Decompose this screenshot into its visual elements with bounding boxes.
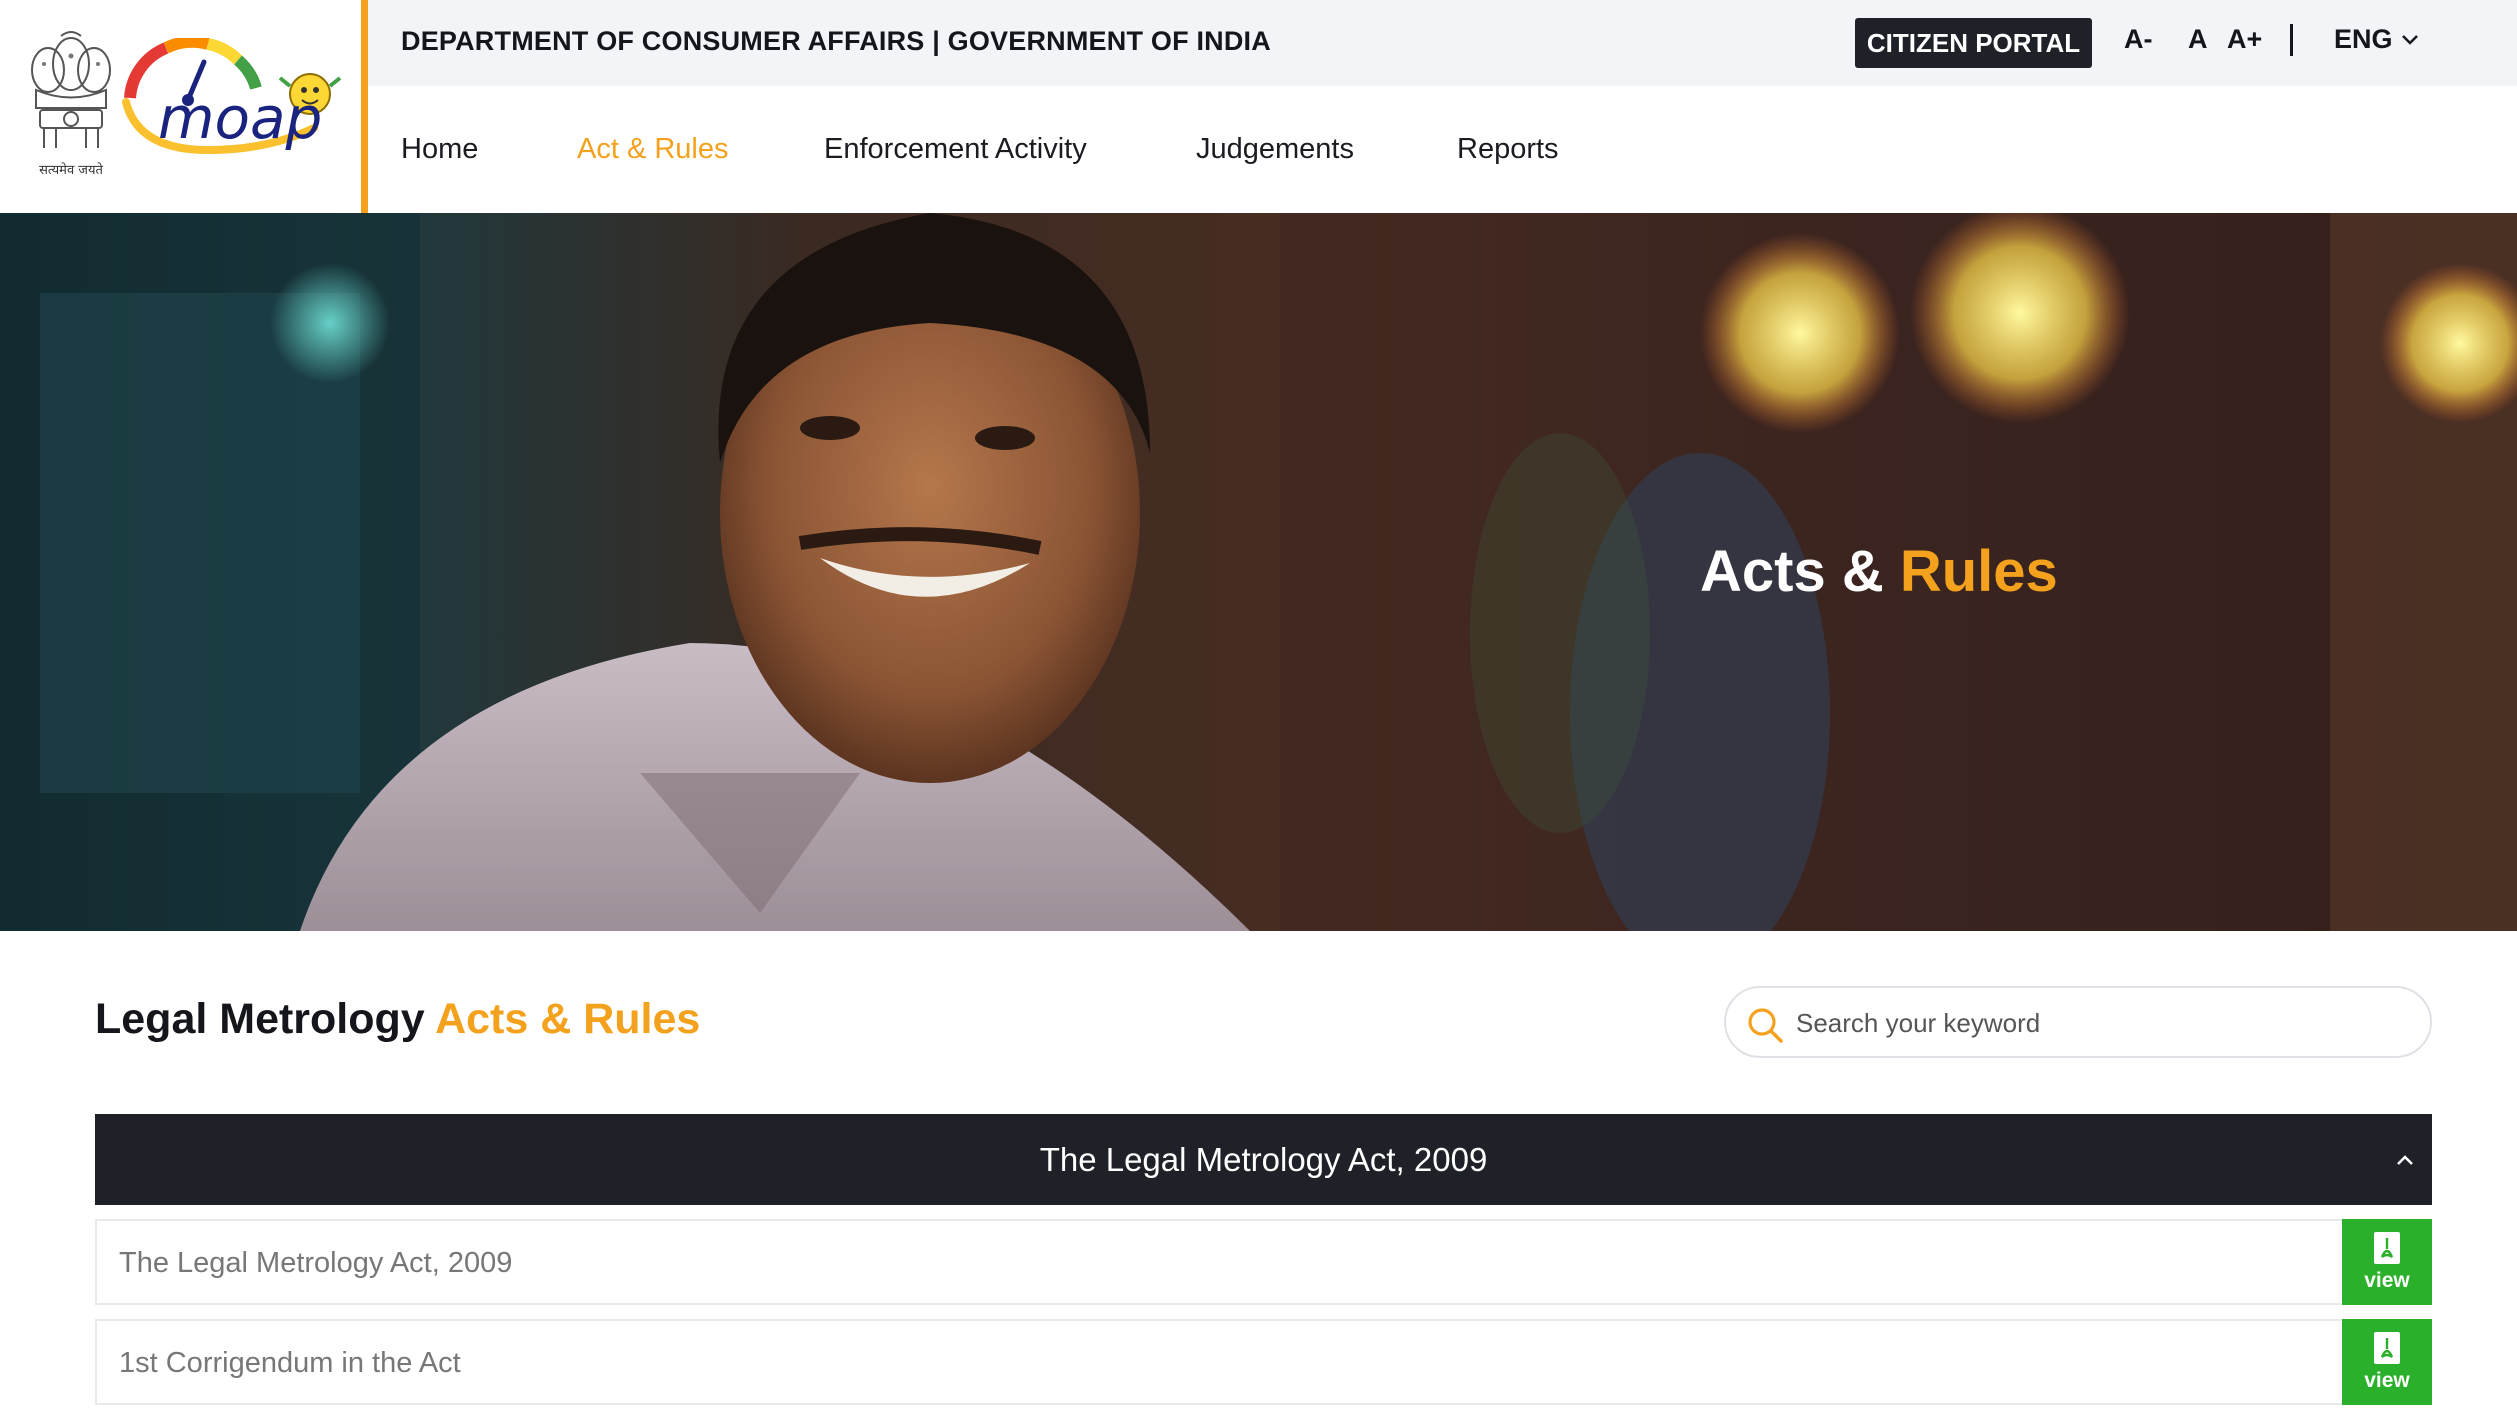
nav-item-reports[interactable]: Reports	[1457, 133, 1559, 166]
site-header: सत्यमेव जयते moap DEPARTMENT OF CONSUMER…	[0, 0, 2517, 213]
pdf-icon	[2374, 1232, 2400, 1264]
font-increase-button[interactable]: A+	[2227, 24, 2262, 55]
chevron-up-icon[interactable]	[2392, 1147, 2418, 1173]
accordion-title: The Legal Metrology Act, 2009	[1039, 1141, 1488, 1178]
emblem-caption: सत्यमेव जयते	[39, 163, 103, 178]
section-title-part2: Acts & Rules	[435, 995, 701, 1043]
document-title: The Legal Metrology Act, 2009	[119, 1247, 513, 1279]
list-item: The Legal Metrology Act, 2009 view	[95, 1219, 2432, 1305]
view-pdf-button[interactable]: view	[2342, 1319, 2432, 1405]
citizen-portal-button[interactable]: CITIZEN PORTAL	[1855, 18, 2092, 68]
view-label: view	[2364, 1269, 2410, 1292]
view-label: view	[2364, 1369, 2410, 1392]
search-icon	[1748, 1008, 1783, 1043]
view-pdf-button[interactable]: view	[2342, 1219, 2432, 1305]
top-utility-bar: DEPARTMENT OF CONSUMER AFFAIRS | GOVERNM…	[368, 0, 2517, 86]
hero-title: Acts & Rules	[1700, 538, 2058, 605]
section-title: Legal Metrology Acts & Rules	[95, 995, 700, 1044]
language-selector[interactable]: ENG	[2334, 24, 2419, 55]
moap-logo[interactable]: moap	[118, 38, 346, 178]
nav-item-enforcement-activity[interactable]: Enforcement Activity	[824, 133, 1087, 166]
search-box	[1724, 986, 2432, 1058]
accordion-header[interactable]: The Legal Metrology Act, 2009	[95, 1114, 2432, 1205]
nav-item-judgements[interactable]: Judgements	[1196, 133, 1354, 166]
search-input[interactable]	[1796, 998, 2406, 1048]
hero-title-part1: Acts &	[1700, 539, 1884, 604]
document-title: 1st Corrigendum in the Act	[119, 1347, 461, 1379]
national-emblem-icon	[31, 31, 111, 148]
font-normal-button[interactable]: A	[2188, 24, 2208, 55]
list-item: 1st Corrigendum in the Act view	[95, 1319, 2432, 1405]
nav-item-home[interactable]: Home	[401, 133, 478, 166]
main-nav: Home Act & Rules Enforcement Activity Ju…	[368, 86, 2517, 213]
section-title-part1: Legal Metrology	[95, 995, 425, 1043]
chevron-down-icon	[2401, 34, 2418, 45]
font-decrease-button[interactable]: A-	[2124, 24, 2153, 55]
logo-area: सत्यमेव जयते moap	[0, 0, 368, 213]
pdf-icon	[2374, 1332, 2400, 1364]
hero-banner: Acts & Rules	[0, 213, 2517, 931]
nav-item-act-rules[interactable]: Act & Rules	[577, 133, 729, 166]
logo-text: moap	[158, 84, 322, 152]
hero-title-part2: Rules	[1899, 539, 2058, 604]
hero-photo	[0, 213, 2517, 931]
language-label: ENG	[2334, 24, 2393, 54]
divider	[2290, 24, 2293, 56]
department-title: DEPARTMENT OF CONSUMER AFFAIRS | GOVERNM…	[401, 26, 1271, 56]
